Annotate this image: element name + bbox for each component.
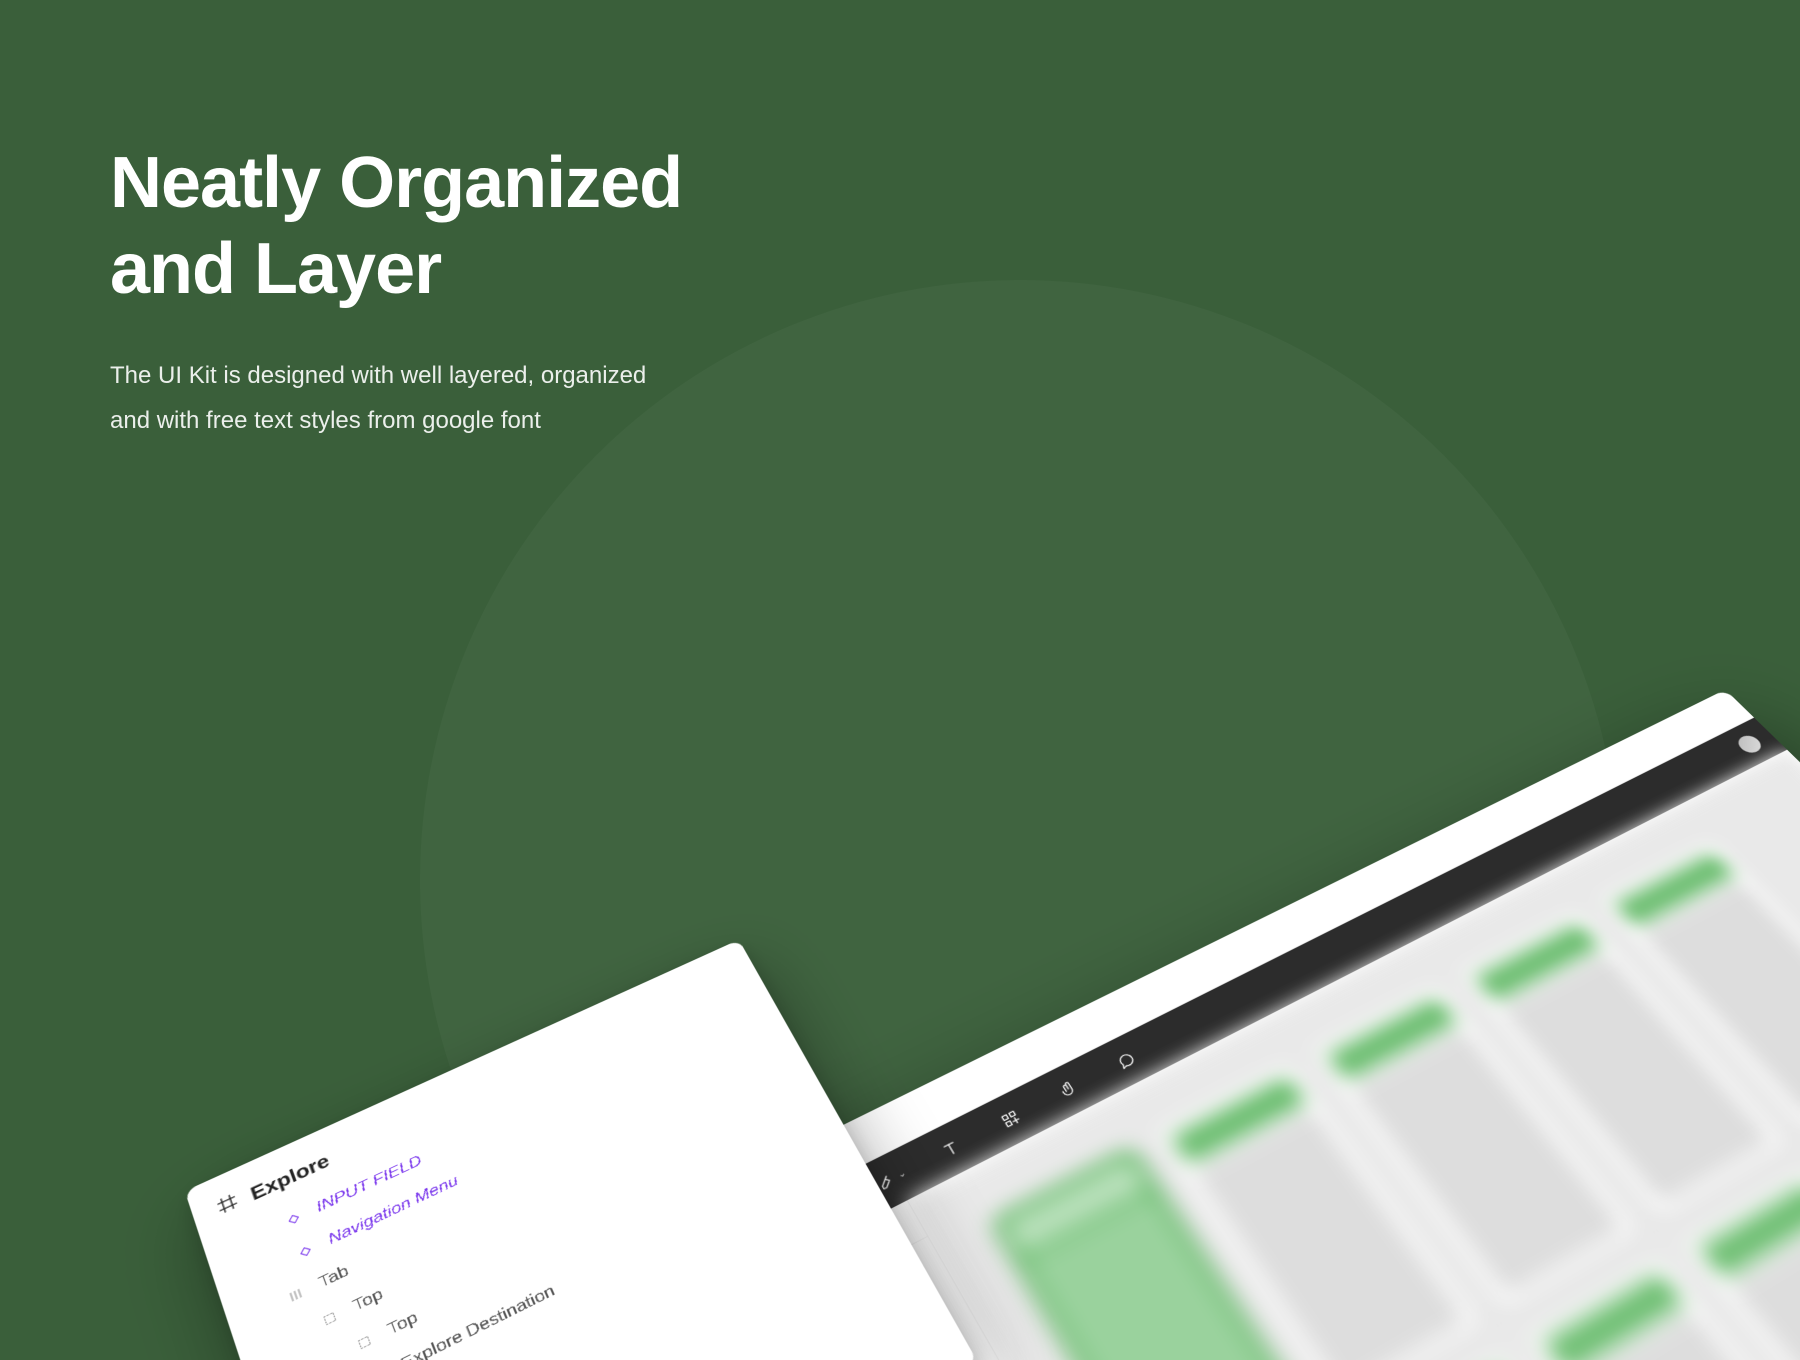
avatar[interactable] xyxy=(1734,733,1765,756)
component-icon xyxy=(293,1239,318,1264)
frame-icon xyxy=(215,1192,241,1221)
component-icon xyxy=(281,1206,306,1231)
layer-label: Top xyxy=(350,1284,385,1315)
group-icon xyxy=(283,1282,309,1308)
layer-label: Top xyxy=(385,1308,420,1340)
frame-dots-icon xyxy=(351,1329,377,1356)
layer-label: Tab xyxy=(316,1261,351,1292)
frame-dots-icon xyxy=(317,1305,343,1331)
